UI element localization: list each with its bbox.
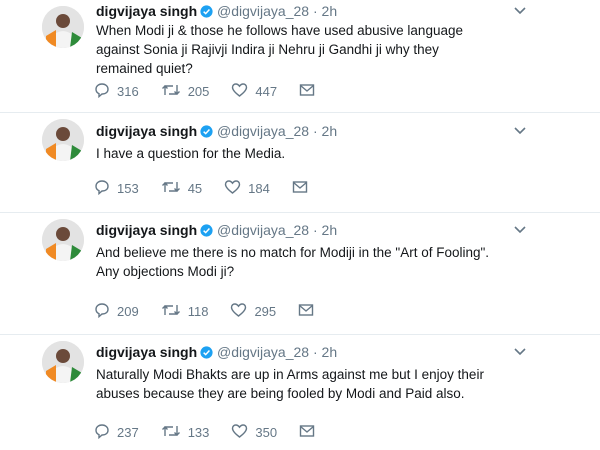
retweet-button[interactable]: 205 — [161, 82, 210, 101]
like-count: 350 — [255, 425, 278, 440]
reply-count: 316 — [117, 84, 139, 99]
retweet-count: 118 — [187, 304, 209, 319]
tweet-actions: 316 205 447 — [94, 82, 344, 101]
heart-icon — [231, 82, 255, 101]
envelope-icon — [299, 83, 322, 100]
envelope-icon — [298, 303, 321, 320]
direct-message-button[interactable] — [298, 303, 321, 320]
author-name[interactable]: digvijaya singh — [96, 344, 197, 360]
author-handle[interactable]: @digvijaya_28 — [217, 344, 309, 360]
timestamp[interactable]: 2h — [322, 222, 338, 238]
verified-badge-icon — [200, 124, 213, 142]
tweet-header: digvijaya singh @digvijaya_28 · 2h — [96, 122, 337, 142]
separator-dot: · — [312, 3, 318, 19]
author-name[interactable]: digvijaya singh — [96, 222, 197, 238]
author-name[interactable]: digvijaya singh — [96, 123, 197, 139]
avatar[interactable] — [42, 6, 84, 48]
avatar[interactable] — [42, 119, 84, 161]
retweet-button[interactable]: 45 — [161, 179, 202, 198]
tweet[interactable]: digvijaya singh @digvijaya_28 · 2h When … — [0, 0, 600, 113]
tweet[interactable]: digvijaya singh @digvijaya_28 · 2h And b… — [0, 213, 600, 335]
reply-icon — [94, 423, 117, 442]
verified-badge-icon — [200, 4, 213, 22]
tweet-actions: 237 133 350 — [94, 423, 344, 442]
timestamp[interactable]: 2h — [322, 344, 338, 360]
tweet-actions: 209 118 295 — [94, 302, 343, 321]
tweet-text: When Modi ji & those he follows have use… — [96, 23, 463, 76]
envelope-icon — [299, 424, 322, 441]
tweet-header: digvijaya singh @digvijaya_28 · 2h — [96, 343, 337, 363]
separator-dot: · — [312, 222, 318, 238]
chevron-down-icon[interactable] — [514, 124, 526, 138]
chevron-down-icon[interactable] — [514, 4, 526, 18]
tweet-text: And believe me there is no match for Mod… — [96, 245, 490, 279]
envelope-icon — [292, 180, 315, 197]
tweet[interactable]: digvijaya singh @digvijaya_28 · 2h I hav… — [0, 113, 600, 213]
author-handle[interactable]: @digvijaya_28 — [217, 222, 309, 238]
retweet-count: 45 — [187, 181, 203, 196]
retweet-icon — [161, 179, 188, 198]
like-button[interactable]: 184 — [224, 179, 270, 198]
reply-count: 209 — [117, 304, 139, 319]
like-button[interactable]: 295 — [230, 302, 276, 321]
retweet-icon — [161, 423, 188, 442]
timestamp[interactable]: 2h — [322, 123, 338, 139]
tweet-actions: 153 45 184 — [94, 179, 337, 198]
verified-badge-icon — [200, 345, 213, 363]
reply-icon — [94, 179, 117, 198]
retweet-icon — [161, 302, 188, 321]
like-count: 447 — [255, 84, 278, 99]
separator-dot: · — [312, 344, 318, 360]
like-button[interactable]: 350 — [231, 423, 277, 442]
tweet-text: Naturally Modi Bhakts are up in Arms aga… — [96, 367, 484, 401]
tweet-header: digvijaya singh @digvijaya_28 · 2h — [96, 221, 337, 241]
direct-message-button[interactable] — [299, 424, 322, 441]
reply-icon — [94, 82, 117, 101]
reply-count: 153 — [117, 181, 139, 196]
chevron-down-icon[interactable] — [514, 345, 526, 359]
author-handle[interactable]: @digvijaya_28 — [217, 123, 309, 139]
retweet-button[interactable]: 133 — [161, 423, 210, 442]
reply-count: 237 — [117, 425, 139, 440]
tweet-text: I have a question for the Media. — [96, 146, 286, 161]
verified-badge-icon — [200, 223, 213, 241]
direct-message-button[interactable] — [292, 180, 315, 197]
retweet-icon — [161, 82, 188, 101]
heart-icon — [230, 302, 254, 321]
author-name[interactable]: digvijaya singh — [96, 3, 197, 19]
separator-dot: · — [312, 123, 318, 139]
chevron-down-icon[interactable] — [514, 223, 526, 237]
reply-button[interactable]: 316 — [94, 82, 139, 101]
reply-button[interactable]: 153 — [94, 179, 139, 198]
reply-button[interactable]: 237 — [94, 423, 139, 442]
retweet-count: 133 — [187, 425, 210, 440]
timestamp[interactable]: 2h — [322, 3, 338, 19]
tweet[interactable]: digvijaya singh @digvijaya_28 · 2h Natur… — [0, 335, 600, 450]
retweet-count: 205 — [187, 84, 210, 99]
author-handle[interactable]: @digvijaya_28 — [217, 3, 309, 19]
like-button[interactable]: 447 — [231, 82, 277, 101]
like-count: 184 — [248, 181, 270, 196]
reply-button[interactable]: 209 — [94, 302, 139, 321]
avatar[interactable] — [42, 219, 84, 261]
like-count: 295 — [254, 304, 277, 319]
avatar[interactable] — [42, 341, 84, 383]
tweet-header: digvijaya singh @digvijaya_28 · 2h — [96, 2, 337, 22]
tweet-feed: digvijaya singh @digvijaya_28 · 2h When … — [0, 0, 600, 450]
reply-icon — [94, 302, 117, 321]
heart-icon — [224, 179, 248, 198]
direct-message-button[interactable] — [299, 83, 322, 100]
heart-icon — [231, 423, 255, 442]
retweet-button[interactable]: 118 — [161, 302, 209, 321]
